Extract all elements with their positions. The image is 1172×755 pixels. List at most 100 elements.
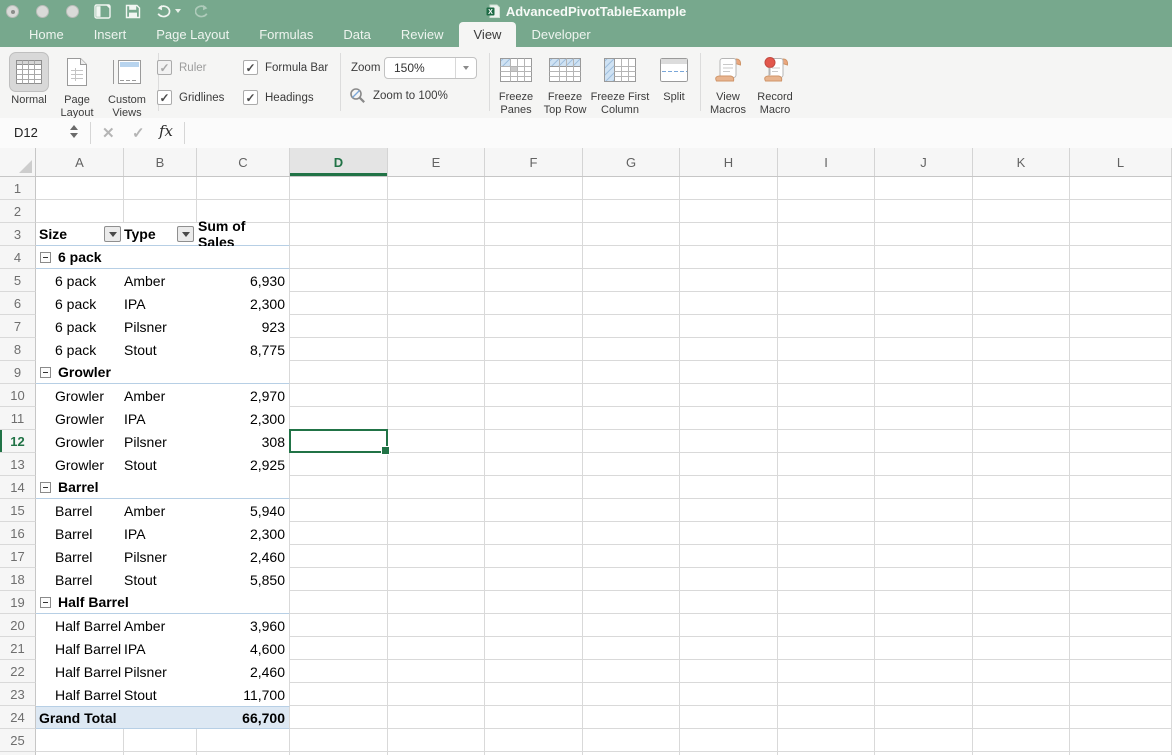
cell-I18[interactable] [778, 568, 875, 591]
cell-J17[interactable] [875, 545, 973, 568]
cell-G12[interactable] [583, 430, 680, 453]
stepper-down-icon[interactable] [70, 133, 78, 138]
pivot-row-12[interactable]: GrowlerPilsner308 [36, 430, 290, 453]
cell-I10[interactable] [778, 384, 875, 407]
cell-I24[interactable] [778, 706, 875, 729]
cell-H20[interactable] [680, 614, 778, 637]
cell-D12[interactable] [290, 430, 388, 453]
cell-K14[interactable] [973, 476, 1070, 499]
cell-E11[interactable] [388, 407, 485, 430]
cell-F5[interactable] [485, 269, 583, 292]
cell-I20[interactable] [778, 614, 875, 637]
custom-views-button[interactable]: Custom Views [102, 52, 152, 119]
cell-E13[interactable] [388, 453, 485, 476]
cell-D25[interactable] [290, 729, 388, 752]
gridlines-checkmark-icon[interactable]: ✓ [157, 90, 172, 105]
cell-I3[interactable] [778, 223, 875, 246]
cell-J9[interactable] [875, 361, 973, 384]
cell-D19[interactable] [290, 591, 388, 614]
cell-J6[interactable] [875, 292, 973, 315]
cell-J23[interactable] [875, 683, 973, 706]
cell-K18[interactable] [973, 568, 1070, 591]
cell-G2[interactable] [583, 200, 680, 223]
cell-H8[interactable] [680, 338, 778, 361]
cell-D17[interactable] [290, 545, 388, 568]
cell-D7[interactable] [290, 315, 388, 338]
cell-D20[interactable] [290, 614, 388, 637]
insert-function-icon[interactable]: fx [159, 122, 173, 140]
cell-E7[interactable] [388, 315, 485, 338]
row-header-10[interactable]: 10 [0, 384, 36, 407]
stepper-up-icon[interactable] [70, 125, 78, 130]
cell-H16[interactable] [680, 522, 778, 545]
cell-I13[interactable] [778, 453, 875, 476]
row-header-24[interactable]: 24 [0, 706, 36, 729]
cell-J21[interactable] [875, 637, 973, 660]
tab-data[interactable]: Data [328, 22, 385, 47]
cell-E9[interactable] [388, 361, 485, 384]
cell-H15[interactable] [680, 499, 778, 522]
cell-K7[interactable] [973, 315, 1070, 338]
cell-H14[interactable] [680, 476, 778, 499]
cell-G22[interactable] [583, 660, 680, 683]
cell-F18[interactable] [485, 568, 583, 591]
record-macro-button[interactable]: Record Macro [751, 52, 799, 117]
cell-F11[interactable] [485, 407, 583, 430]
headings-checkbox[interactable]: ✓ Headings [243, 90, 314, 105]
gridlines-checkbox[interactable]: ✓ Gridlines [157, 90, 224, 105]
column-header-L[interactable]: L [1070, 148, 1172, 176]
ruler-checkbox[interactable]: ✓ Ruler [157, 60, 206, 75]
row-header-22[interactable]: 22 [0, 660, 36, 683]
cell-F14[interactable] [485, 476, 583, 499]
cell-B2[interactable] [124, 200, 197, 223]
cell-J22[interactable] [875, 660, 973, 683]
cell-J15[interactable] [875, 499, 973, 522]
cell-H12[interactable] [680, 430, 778, 453]
cell-I5[interactable] [778, 269, 875, 292]
column-header-E[interactable]: E [388, 148, 485, 176]
row-header-20[interactable]: 20 [0, 614, 36, 637]
row-header-6[interactable]: 6 [0, 292, 36, 315]
cell-G1[interactable] [583, 177, 680, 200]
cell-H7[interactable] [680, 315, 778, 338]
row-header-8[interactable]: 8 [0, 338, 36, 361]
cell-D8[interactable] [290, 338, 388, 361]
cell-J10[interactable] [875, 384, 973, 407]
cell-E24[interactable] [388, 706, 485, 729]
cell-L14[interactable] [1070, 476, 1172, 499]
collapse-group-button[interactable] [40, 367, 51, 378]
cell-L1[interactable] [1070, 177, 1172, 200]
cell-J13[interactable] [875, 453, 973, 476]
cell-K3[interactable] [973, 223, 1070, 246]
cell-F10[interactable] [485, 384, 583, 407]
row-header-11[interactable]: 11 [0, 407, 36, 430]
cell-E23[interactable] [388, 683, 485, 706]
cell-F21[interactable] [485, 637, 583, 660]
cell-D10[interactable] [290, 384, 388, 407]
cell-J14[interactable] [875, 476, 973, 499]
row-header-25[interactable]: 25 [0, 729, 36, 752]
pivot-row-22[interactable]: Half BarrelPilsner2,460 [36, 660, 290, 683]
cell-J3[interactable] [875, 223, 973, 246]
cell-G21[interactable] [583, 637, 680, 660]
cell-L8[interactable] [1070, 338, 1172, 361]
cell-J19[interactable] [875, 591, 973, 614]
cell-J2[interactable] [875, 200, 973, 223]
pivot-row-20[interactable]: Half BarrelAmber3,960 [36, 614, 290, 637]
cell-K19[interactable] [973, 591, 1070, 614]
cell-E12[interactable] [388, 430, 485, 453]
cell-K9[interactable] [973, 361, 1070, 384]
cell-E2[interactable] [388, 200, 485, 223]
cell-G11[interactable] [583, 407, 680, 430]
cell-L18[interactable] [1070, 568, 1172, 591]
cell-J18[interactable] [875, 568, 973, 591]
page-layout-view-button[interactable]: Page Layout [54, 52, 100, 119]
cell-G23[interactable] [583, 683, 680, 706]
column-header-G[interactable]: G [583, 148, 680, 176]
cell-J1[interactable] [875, 177, 973, 200]
cell-G5[interactable] [583, 269, 680, 292]
cell-G16[interactable] [583, 522, 680, 545]
cell-D15[interactable] [290, 499, 388, 522]
select-all-corner[interactable] [0, 148, 36, 176]
cell-F8[interactable] [485, 338, 583, 361]
